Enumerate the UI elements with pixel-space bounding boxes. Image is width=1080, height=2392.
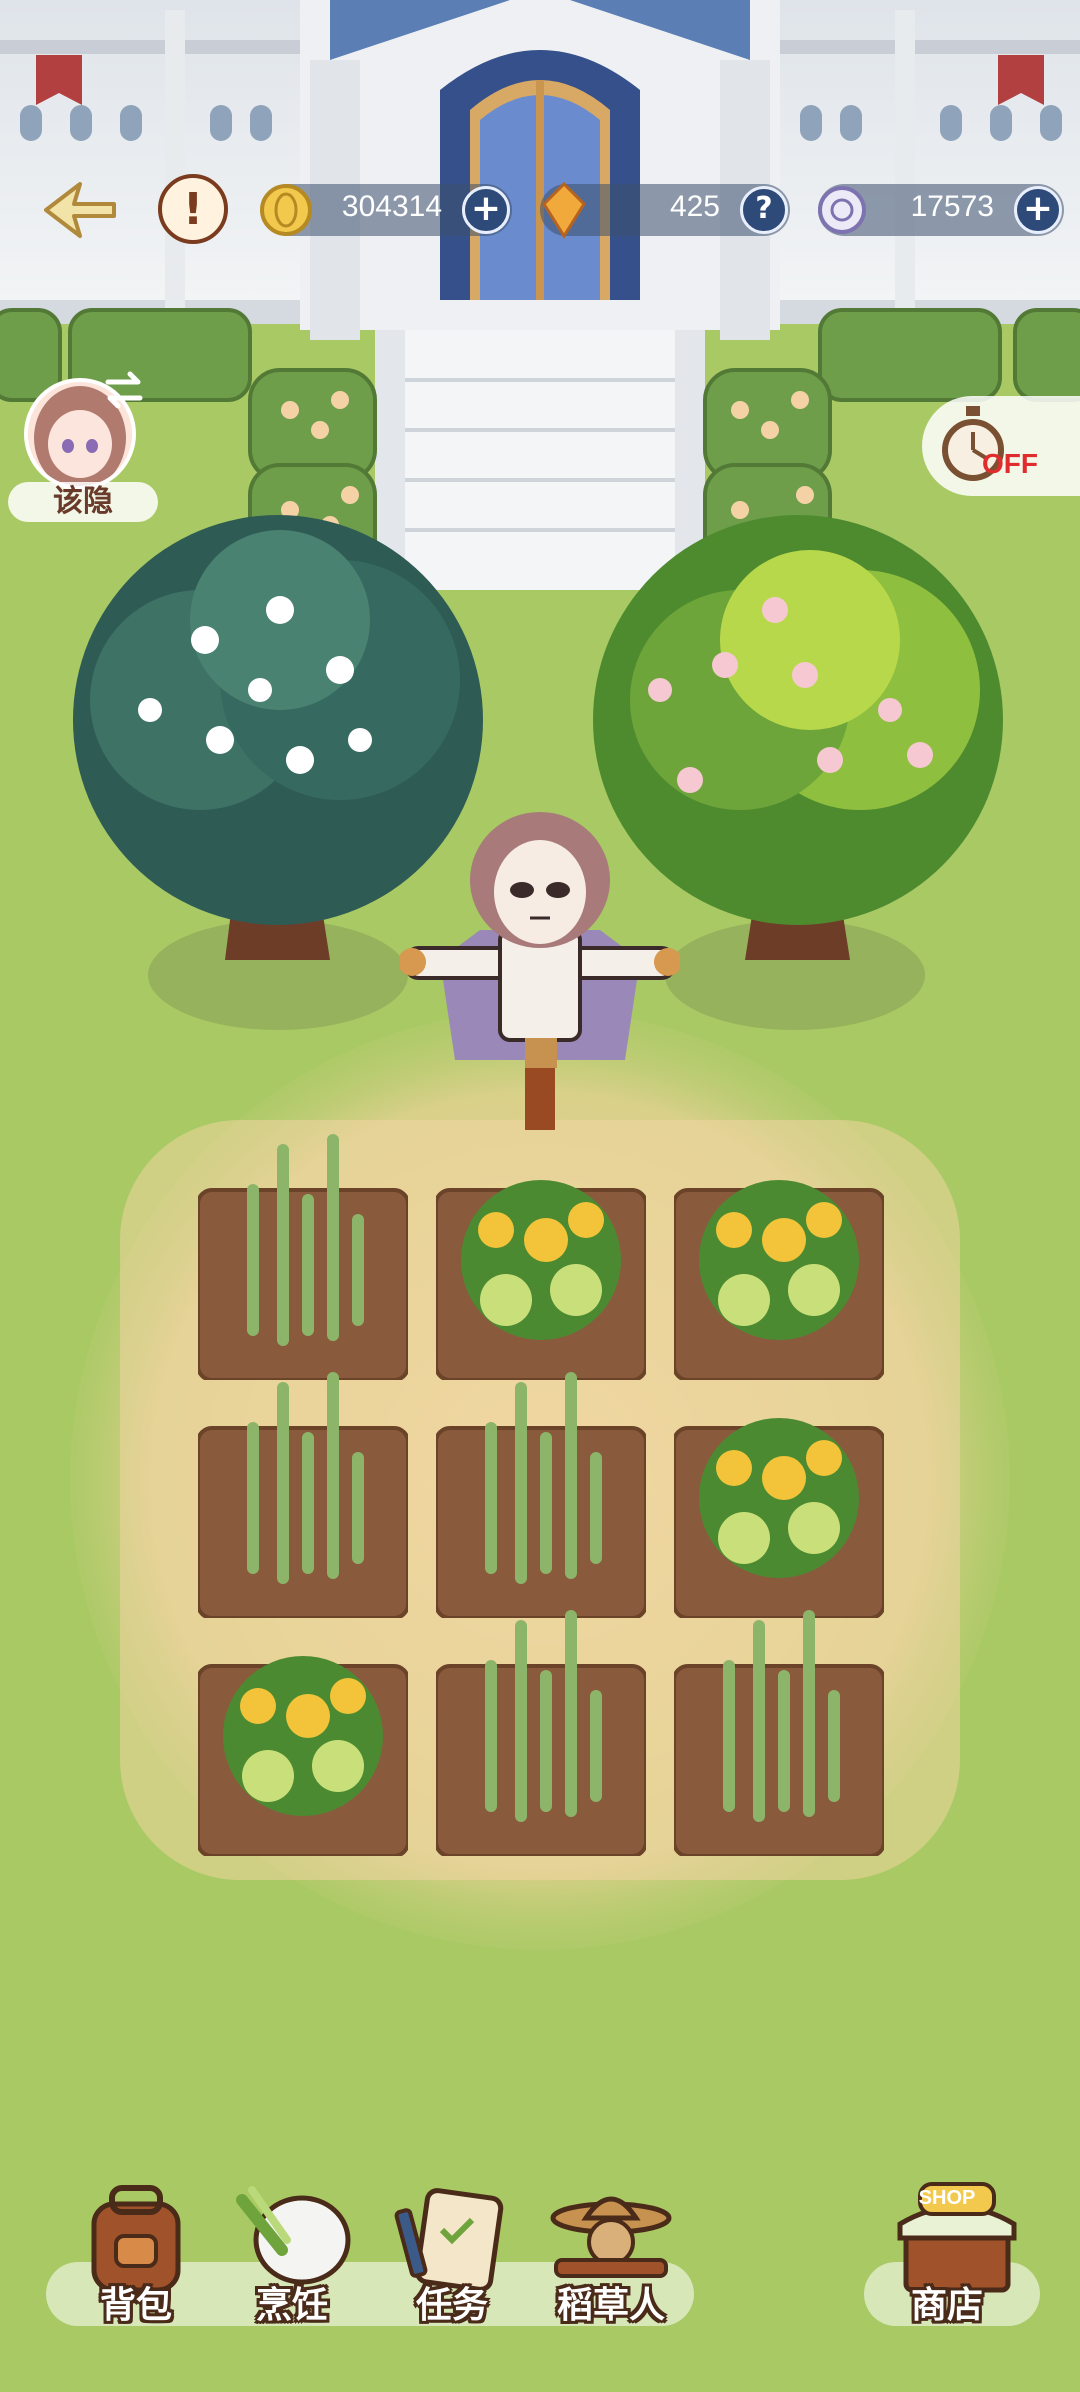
resource-bar: ! 304314 + 425 ? 17573 + xyxy=(0,170,1080,250)
plot-9[interactable] xyxy=(674,1606,884,1856)
scarecrow-button[interactable]: 稻草人 xyxy=(536,2180,686,2340)
tasks-label: 任务 xyxy=(415,2285,488,2326)
plot-2[interactable] xyxy=(436,1130,646,1380)
add-gold-button[interactable]: + xyxy=(462,186,510,234)
backpack-label: 背包 xyxy=(99,2285,172,2326)
plot-4[interactable] xyxy=(198,1368,408,1618)
cooking-label: 烹饪 xyxy=(255,2285,328,2326)
gold-value: 304314 xyxy=(341,190,442,223)
amber-crystal-icon xyxy=(542,181,586,239)
spiral-orb-icon xyxy=(818,186,866,234)
add-orb-button[interactable]: + xyxy=(1014,186,1062,234)
melon-icon xyxy=(223,1656,383,1816)
scarecrow-straw xyxy=(525,1038,557,1068)
melon-icon xyxy=(461,1180,621,1340)
melon-icon xyxy=(699,1180,859,1340)
plot-5[interactable] xyxy=(436,1368,646,1618)
shop-button[interactable]: SHOP 商店 xyxy=(882,2180,1022,2340)
back-arrow-icon[interactable] xyxy=(40,178,120,242)
swap-arrows-icon[interactable] xyxy=(100,370,148,410)
crystal-value: 425 xyxy=(669,190,720,223)
scarecrow-eye xyxy=(510,882,534,898)
plot-3[interactable] xyxy=(674,1130,884,1380)
character-name: 该隐 xyxy=(8,482,158,522)
timer-status: OFF xyxy=(982,448,1038,479)
gold-counter: 304314 + xyxy=(260,184,512,236)
backpack-button[interactable]: 背包 xyxy=(66,2180,206,2340)
cooking-button[interactable]: 烹饪 xyxy=(222,2180,362,2340)
orb-counter: 17573 + xyxy=(818,184,1064,236)
scarecrow-eye xyxy=(546,882,570,898)
gold-coin-icon xyxy=(260,184,312,236)
plot-7[interactable] xyxy=(198,1606,408,1856)
crystal-help-button[interactable]: ? xyxy=(740,186,788,234)
tasks-button[interactable]: 任务 xyxy=(382,2180,522,2340)
shop-label: 商店 xyxy=(910,2285,983,2326)
alert-button[interactable]: ! xyxy=(158,174,228,244)
crystal-counter: 425 ? xyxy=(540,181,790,239)
plot-6[interactable] xyxy=(674,1368,884,1618)
orb-value: 17573 xyxy=(910,190,994,223)
scarecrow[interactable] xyxy=(400,810,680,1130)
plot-1[interactable] xyxy=(198,1130,408,1380)
auto-timer-toggle[interactable]: OFF xyxy=(922,396,1080,496)
shop-sign: SHOP xyxy=(918,2187,976,2209)
scarecrow-label: 稻草人 xyxy=(556,2285,665,2326)
melon-icon xyxy=(699,1418,859,1578)
exclamation-icon: ! xyxy=(182,183,204,235)
scarecrow-face xyxy=(494,840,586,944)
plot-8[interactable] xyxy=(436,1606,646,1856)
character-switcher[interactable]: 该隐 xyxy=(8,370,158,522)
